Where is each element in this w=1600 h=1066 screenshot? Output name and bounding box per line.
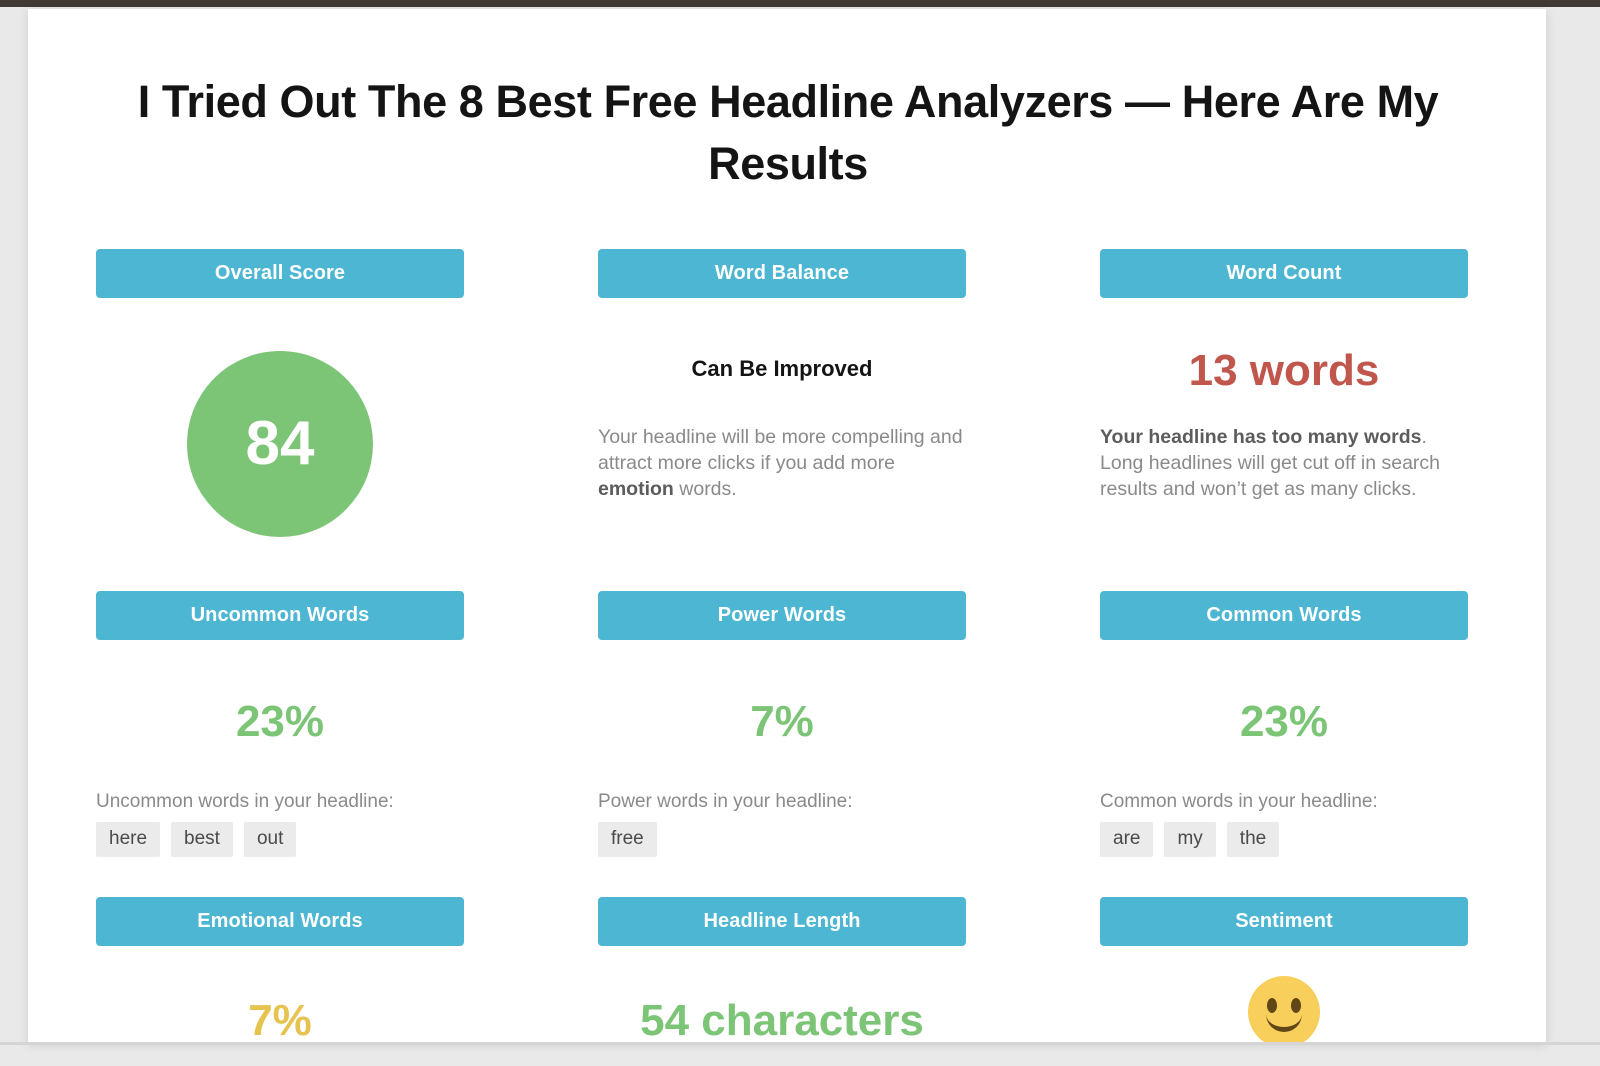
word-balance-description: Your headline will be more compelling an…: [598, 424, 966, 502]
sentiment-emoji-wrap: [1100, 976, 1468, 1043]
word-balance-status: Can Be Improved: [691, 356, 873, 381]
card-header-word-balance: Word Balance: [598, 249, 966, 298]
emoji-eye-left-icon: [1267, 998, 1277, 1013]
overall-score-value: 84: [245, 409, 315, 478]
card-header-word-count: Word Count: [1100, 249, 1468, 298]
card-title-word-balance: Word Balance: [714, 262, 850, 284]
card-body-word-count: 13 words Your headline has too many word…: [1100, 346, 1468, 502]
browser-top-bar: [0, 0, 1600, 7]
emoji-eye-right-icon: [1291, 998, 1301, 1013]
word-chip: are: [1100, 822, 1154, 857]
card-power-words: Power Words 7% Power words in your headl…: [598, 591, 966, 857]
uncommon-words-caption: Uncommon words in your headline:: [96, 791, 394, 812]
card-header-emotional-words: Emotional Words: [96, 897, 464, 946]
card-header-common-words: Common Words: [1100, 591, 1468, 640]
power-words-chip-list: free: [598, 822, 966, 857]
card-header-overall-score: Overall Score: [96, 249, 464, 298]
word-chip: best: [171, 822, 233, 857]
card-header-headline-length: Headline Length: [598, 897, 966, 946]
card-body-word-balance: Can Be Improved Your headline will be mo…: [598, 356, 966, 502]
word-count-description: Your headline has too many words. Long h…: [1100, 424, 1468, 502]
card-sentiment: Sentiment: [1100, 897, 1468, 1043]
word-chip: the: [1226, 822, 1280, 857]
card-header-sentiment: Sentiment: [1100, 897, 1468, 946]
card-title-word-count: Word Count: [1226, 262, 1342, 284]
card-header-power-words: Power Words: [598, 591, 966, 640]
uncommon-words-value: 23%: [235, 697, 325, 746]
card-body-common-words: 23% Common words in your headline: are my…: [1100, 697, 1468, 857]
card-word-count: Word Count 13 words Your headline has to…: [1100, 249, 1468, 502]
word-chip: here: [96, 822, 161, 857]
uncommon-words-chip-list: here best out: [96, 822, 464, 857]
card-title-uncommon-words: Uncommon Words: [190, 604, 370, 626]
common-words-caption: Common words in your headline:: [1100, 791, 1378, 812]
card-body-power-words: 7% Power words in your headline: free: [598, 697, 966, 857]
overall-score-circle: 84: [187, 351, 373, 537]
word-chip: my: [1164, 822, 1216, 857]
word-balance-desc-post: words.: [673, 478, 737, 500]
card-title-sentiment: Sentiment: [1235, 910, 1333, 932]
card-title-overall-score: Overall Score: [214, 262, 346, 284]
card-body-overall-score: 84: [96, 351, 464, 537]
card-body-headline-length: 54 characters: [598, 996, 966, 1043]
card-body-sentiment: [1100, 976, 1468, 1043]
common-words-chip-list: are my the: [1100, 822, 1468, 857]
word-balance-desc-bold: emotion: [598, 478, 674, 500]
card-body-uncommon-words: 23% Uncommon words in your headline: her…: [96, 697, 464, 857]
card-uncommon-words: Uncommon Words 23% Uncommon words in you…: [96, 591, 464, 857]
card-title-common-words: Common Words: [1206, 604, 1362, 626]
emoji-smile-icon: [1266, 1012, 1302, 1032]
card-header-uncommon-words: Uncommon Words: [96, 591, 464, 640]
card-common-words: Common Words 23% Common words in your he…: [1100, 591, 1468, 857]
page-title: I Tried Out The 8 Best Free Headline Ana…: [137, 76, 1439, 189]
card-body-emotional-words: 7%: [96, 996, 464, 1043]
word-balance-desc-pre: Your headline will be more compelling an…: [598, 426, 963, 474]
card-word-balance: Word Balance Can Be Improved Your headli…: [598, 249, 966, 502]
power-words-caption: Power words in your headline:: [598, 791, 853, 812]
card-title-power-words: Power Words: [717, 604, 847, 626]
word-count-value: 13 words: [1188, 346, 1380, 395]
card-title-emotional-words: Emotional Words: [197, 910, 363, 932]
word-chip: out: [243, 822, 297, 857]
word-count-desc-bold: Your headline has too many words: [1100, 426, 1422, 448]
smiling-face-icon: [1248, 976, 1320, 1043]
report-panel: I Tried Out The 8 Best Free Headline Ana…: [28, 9, 1546, 1043]
power-words-value: 7%: [750, 697, 814, 746]
card-title-headline-length: Headline Length: [703, 910, 861, 932]
word-chip: free: [598, 822, 657, 857]
card-emotional-words: Emotional Words 7%: [96, 897, 464, 1043]
page-bottom-rule: [0, 1042, 1600, 1045]
headline-length-value: 54 characters: [640, 996, 924, 1043]
emotional-words-value: 7%: [248, 996, 312, 1043]
card-headline-length: Headline Length 54 characters: [598, 897, 966, 1043]
card-overall-score: Overall Score 84: [96, 249, 464, 537]
common-words-value: 23%: [1239, 697, 1329, 746]
